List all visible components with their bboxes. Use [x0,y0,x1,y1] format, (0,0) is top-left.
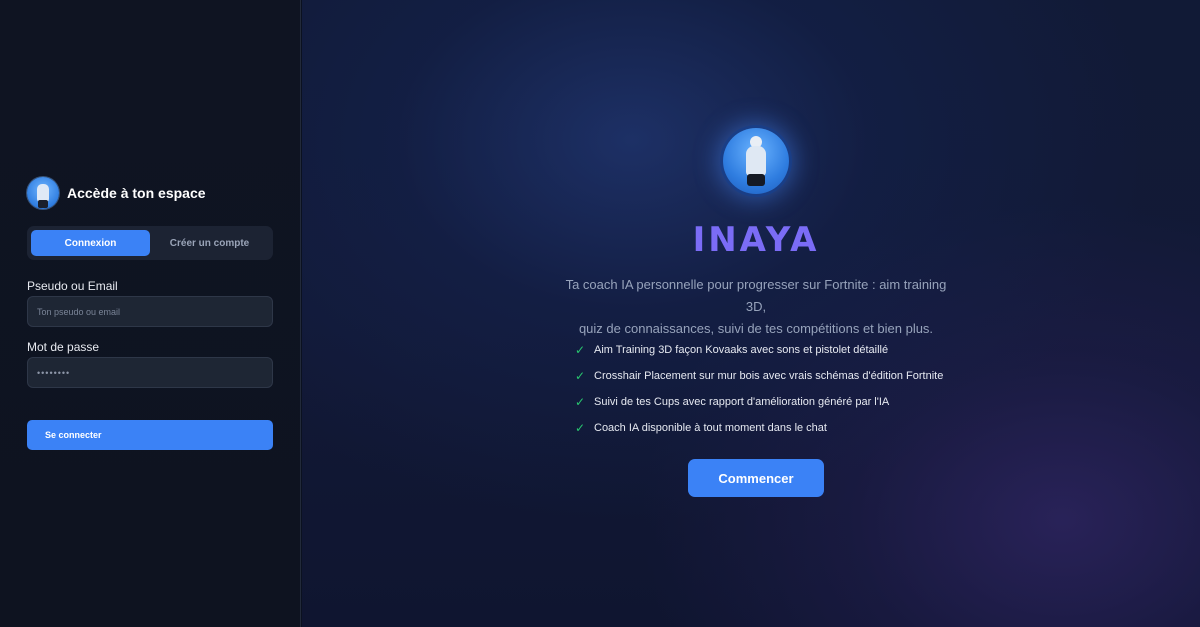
check-icon: ✓ [575,369,586,383]
password-field[interactable]: •••••••• [27,357,273,388]
feature-text: Suivi de tes Cups avec rapport d'amélior… [594,396,890,408]
feature-item: ✓ Coach IA disponible à tout moment dans… [575,415,943,441]
check-icon: ✓ [575,421,586,435]
tab-register[interactable]: Créer un compte [150,230,269,256]
auth-tabs: Connexion Créer un compte [27,226,273,260]
feature-item: ✓ Aim Training 3D façon Kovaaks avec son… [575,337,943,363]
login-title: Accède à ton espace [67,185,206,201]
check-icon: ✓ [575,343,586,357]
username-label: Pseudo ou Email [27,279,118,293]
feature-item: ✓ Suivi de tes Cups avec rapport d'améli… [575,389,943,415]
login-header: Accède à ton espace [27,177,206,209]
feature-list: ✓ Aim Training 3D façon Kovaaks avec son… [575,337,943,441]
hero-subtitle-line: Ta coach IA personnelle pour progresser … [565,277,947,314]
coach-avatar [723,128,789,194]
feature-text: Coach IA disponible à tout moment dans l… [594,422,827,434]
hero-subtitle: Ta coach IA personnelle pour progresser … [556,274,956,340]
hero-title: INAYA [692,220,820,260]
tab-login[interactable]: Connexion [31,230,150,256]
feature-item: ✓ Crosshair Placement sur mur bois avec … [575,363,943,389]
avatar [27,177,59,209]
feature-text: Crosshair Placement sur mur bois avec vr… [594,370,944,382]
feature-text: Aim Training 3D façon Kovaaks avec sons … [594,344,889,356]
login-button[interactable]: Se connecter [27,420,273,450]
check-icon: ✓ [575,395,586,409]
password-label: Mot de passe [27,340,100,354]
start-button[interactable]: Commencer [688,459,824,497]
username-field[interactable]: Ton pseudo ou email [27,296,273,327]
